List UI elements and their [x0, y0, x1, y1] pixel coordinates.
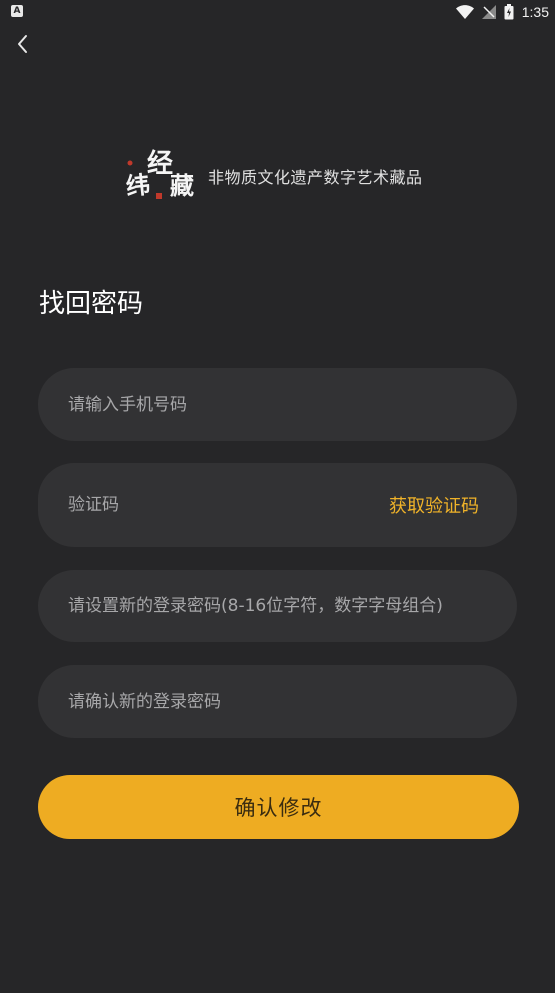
- confirm-password-input[interactable]: [68, 691, 487, 712]
- brand-header: 纬 经 藏 非物质文化遗产数字艺术藏品: [120, 146, 423, 206]
- battery-icon: [504, 4, 514, 20]
- wifi-icon: [455, 5, 474, 19]
- no-signal-icon: [481, 5, 496, 19]
- back-button[interactable]: [4, 26, 40, 62]
- phone-input[interactable]: [68, 394, 487, 415]
- new-password-input[interactable]: [68, 596, 487, 616]
- brand-logo: 纬 经 藏: [124, 148, 194, 201]
- brand-logo-char-3: 藏: [170, 171, 194, 200]
- app-notification-icon: A: [11, 5, 23, 17]
- confirm-change-button[interactable]: 确认修改: [38, 775, 519, 839]
- page-title: 找回密码: [39, 289, 144, 319]
- brand-slogan: 非物质文化遗产数字艺术藏品: [208, 168, 423, 187]
- status-bar: A 1:35: [0, 0, 555, 24]
- get-code-button[interactable]: 获取验证码: [389, 492, 479, 518]
- confirm-password-field[interactable]: [38, 665, 517, 738]
- status-time: 1:35: [521, 4, 549, 20]
- verification-code-input[interactable]: [68, 495, 389, 515]
- chevron-left-icon: [18, 35, 27, 53]
- status-indicators: 1:35: [455, 3, 549, 21]
- verification-code-field[interactable]: 获取验证码: [38, 463, 517, 547]
- new-password-field[interactable]: [38, 570, 517, 642]
- phone-field[interactable]: [38, 368, 517, 441]
